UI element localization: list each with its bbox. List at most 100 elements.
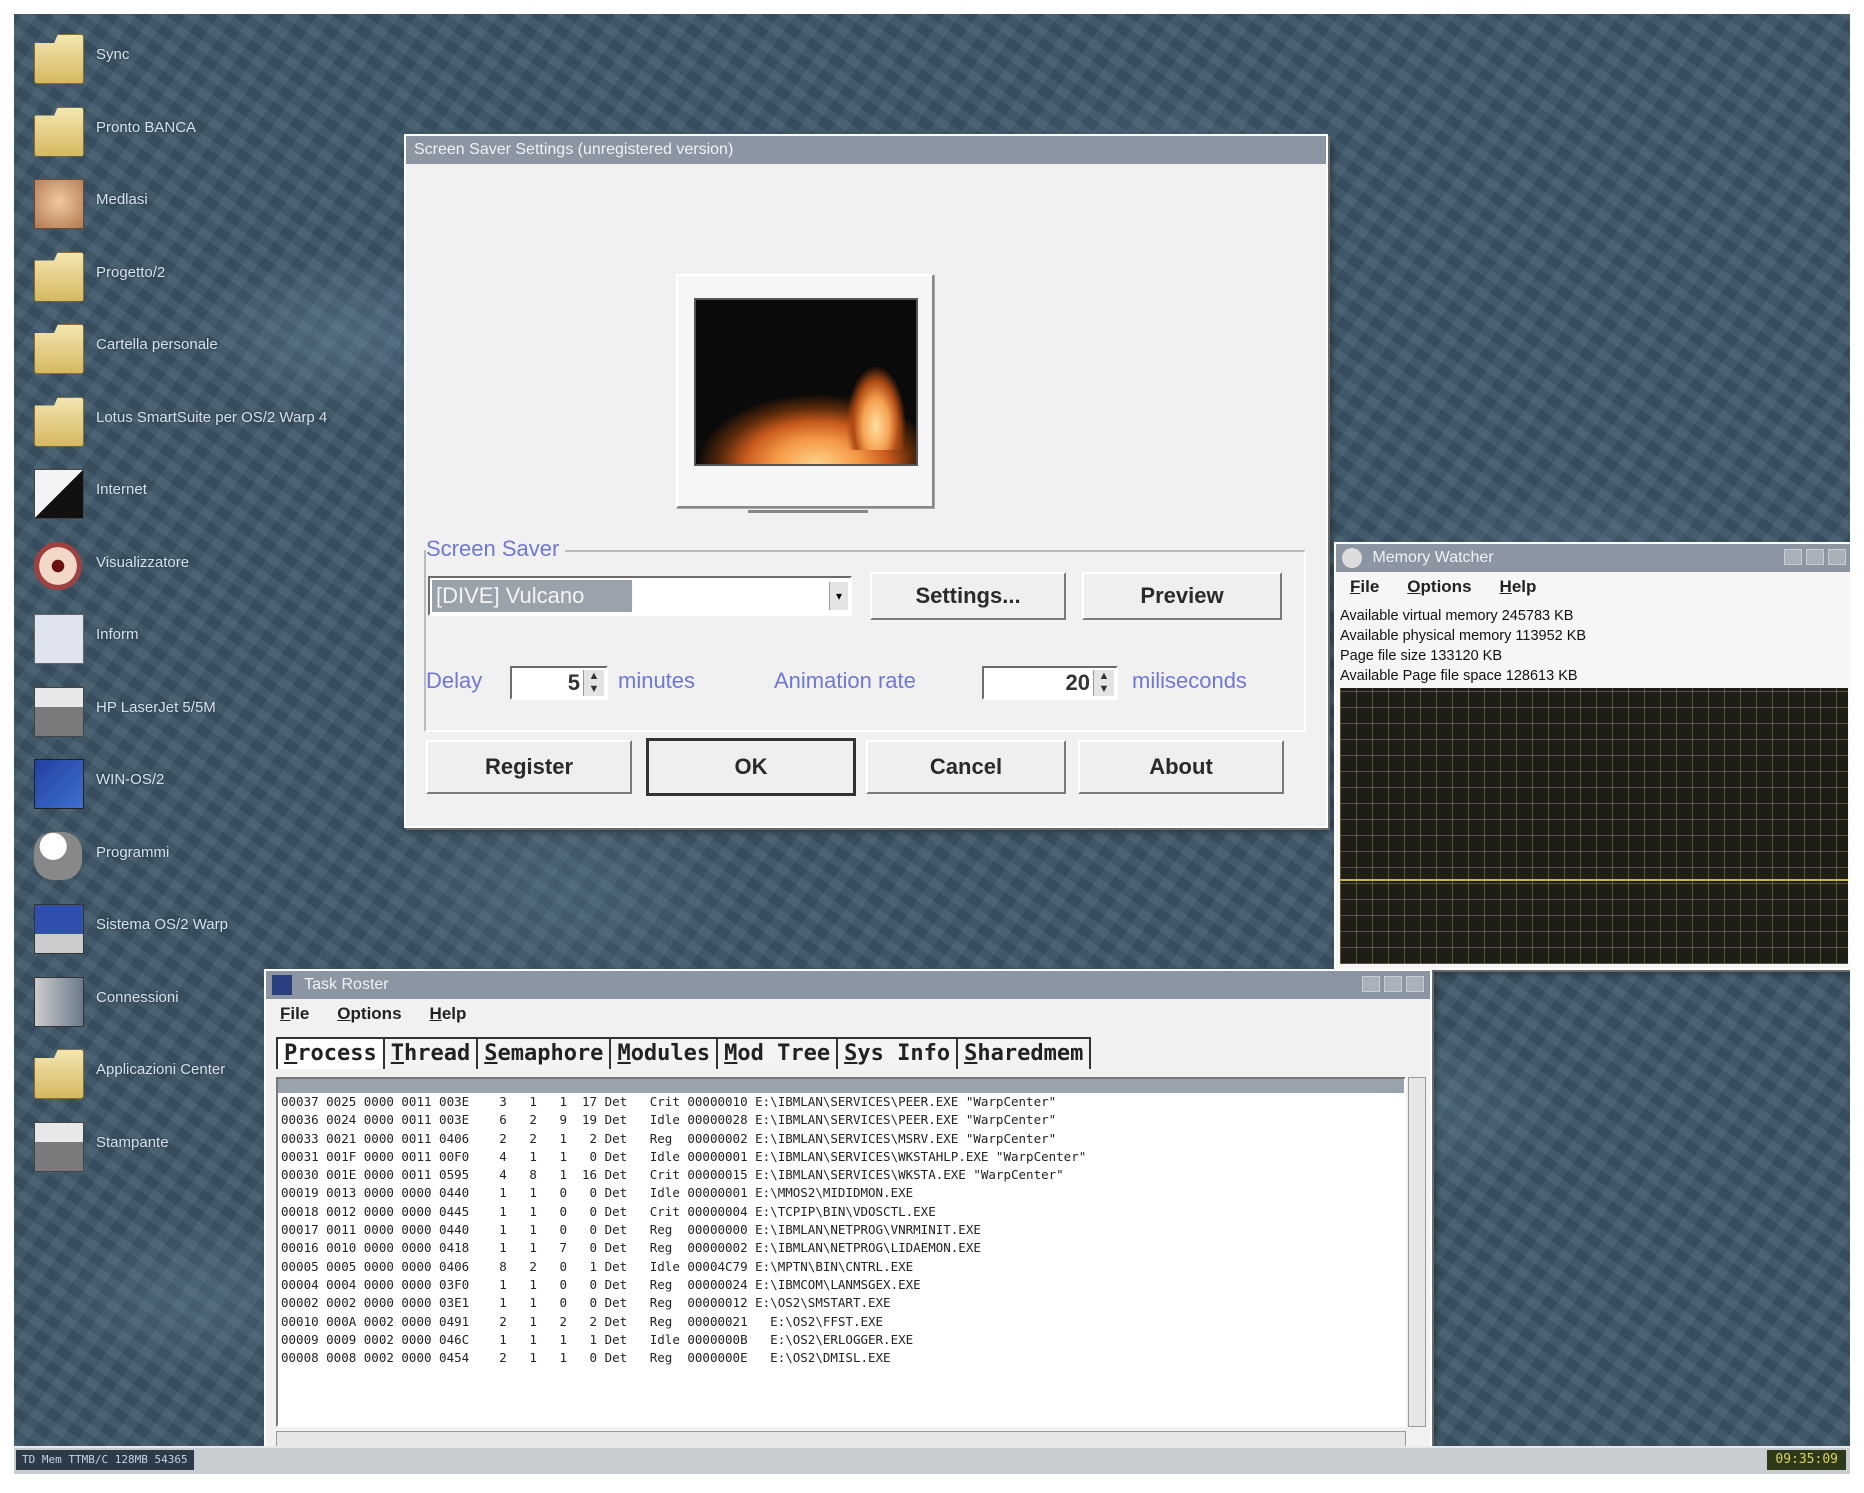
desktop-icon[interactable]: Medlasi [24,175,384,235]
table-row[interactable]: 00016 0010 0000 0000 0418 1 1 7 0 Det Re… [278,1239,1404,1257]
desktop-icon-label: Stampante [96,1133,169,1151]
desktop-icon[interactable]: Cartella personale [24,320,384,380]
about-button[interactable]: About [1078,740,1284,794]
tab-semaphore[interactable]: Semaphore [476,1037,612,1069]
delay-spinbutton[interactable]: 5 ▲ ▼ [510,666,608,700]
desktop-icon-label: Internet [96,481,147,498]
taskbar: TD Mem TTMB/C 128MB 54365 09:35:09 [14,1446,1850,1474]
folder-icon [34,106,84,157]
desktop-icon[interactable]: Lotus SmartSuite per OS/2 Warp 4 [24,393,384,453]
desktop-icon[interactable]: Progetto/2 [24,248,384,308]
memory-watcher-window: Memory Watcher File Options Help Available… [1334,542,1850,970]
menu-help[interactable]: Help [430,999,467,1029]
menu-options[interactable]: Options [337,999,401,1029]
memory-graph [1340,688,1848,964]
graph-line [1340,879,1848,881]
flame-peak [846,330,906,450]
desktop-icon-label: Applicazioni Center [96,1061,226,1078]
preview-screen [694,298,918,466]
desktop-icon-label: Sync [96,46,130,63]
desktop-icon[interactable]: Visualizzatore [24,538,384,598]
ok-button[interactable]: OK [646,738,856,796]
process-table-header [278,1079,1404,1093]
desktop-icon[interactable]: Inform [24,610,384,670]
register-button[interactable]: Register [426,740,632,794]
memory-watcher-title-bar[interactable]: Memory Watcher [1336,544,1850,572]
table-row[interactable]: 00009 0009 0002 0000 046C 1 1 1 1 Det Id… [278,1331,1404,1349]
spin-arrows-icon[interactable]: ▲ ▼ [583,670,604,696]
table-row[interactable]: 00031 001F 0000 0011 00F0 4 1 1 0 Det Id… [278,1148,1404,1166]
desktop-icon-label: Visualizzatore [96,553,190,571]
eye-icon [34,541,82,590]
maximize-icon[interactable] [1806,549,1824,565]
menu-help[interactable]: Help [1500,572,1537,602]
desktop-icon-label: Progetto/2 [96,263,166,281]
table-row[interactable]: 00033 0021 0000 0011 0406 2 2 1 2 Det Re… [278,1130,1404,1148]
desktop-icon[interactable]: Sistema OS/2 Warp [24,900,384,960]
task-roster-title-bar[interactable]: Task Roster [266,971,1430,999]
table-row[interactable]: 00030 001E 0000 0011 0595 4 8 1 16 Det C… [278,1166,1404,1184]
desktop-icon[interactable]: WIN-OS/2 [24,755,384,815]
computer-icon [34,904,84,954]
table-row[interactable]: 00002 0002 0000 0000 03E1 1 1 0 0 Det Re… [278,1294,1404,1312]
table-row[interactable]: 00037 0025 0000 0011 003E 3 1 1 17 Det C… [278,1093,1404,1111]
menu-file[interactable]: File [1350,572,1379,602]
table-row[interactable]: 00004 0004 0000 0000 03F0 1 1 0 0 Det Re… [278,1276,1404,1294]
desktop-icon[interactable]: Programmi [24,828,384,888]
folder-icon [34,34,84,84]
maximize-icon[interactable] [1384,976,1402,992]
tab-mod-tree[interactable]: Mod Tree [716,1037,839,1069]
windows-icon [34,759,84,809]
screensaver-title-bar[interactable]: Screen Saver Settings (unregistered vers… [406,136,1326,164]
cancel-button[interactable]: Cancel [866,740,1066,794]
window-title: Screen Saver Settings (unregistered vers… [414,141,734,158]
task-roster-menubar: File Options Help [266,999,1430,1029]
spin-arrows-icon[interactable]: ▲ ▼ [1093,670,1114,696]
desktop-icon-label: HP LaserJet 5/5M [96,698,216,716]
task-roster-window: Task Roster File Options Help Process Threa… [264,969,1432,1457]
taskbar-status: TD Mem TTMB/C 128MB 54365 [16,1450,194,1470]
table-row[interactable]: 00008 0008 0002 0000 0454 2 1 1 0 Det Re… [278,1349,1404,1367]
module-dropdown[interactable]: [DIVE] Vulcano ▾ [428,576,852,616]
desktop-icon[interactable]: HP LaserJet 5/5M [24,683,384,743]
table-row[interactable]: 00005 0005 0000 0000 0406 8 2 0 1 Det Id… [278,1258,1404,1276]
document-icon [34,614,84,664]
table-row[interactable]: 00017 0011 0000 0000 0440 1 1 0 0 Det Re… [278,1221,1404,1239]
close-icon[interactable] [1406,976,1424,992]
table-row[interactable]: 00010 000A 0002 0000 0491 2 1 2 2 Det Re… [278,1313,1404,1331]
delay-label: Delay [426,668,483,693]
table-row[interactable]: 00019 0013 0000 0000 0440 1 1 0 0 Det Id… [278,1184,1404,1202]
settings-button[interactable]: Settings... [870,572,1066,620]
menu-options[interactable]: Options [1407,572,1471,602]
desktop: Sync Pronto BANCA Medlasi Progetto/2 Cartell… [14,14,1850,1474]
table-row[interactable]: 00036 0024 0000 0011 003E 6 2 9 19 Det I… [278,1111,1404,1129]
menu-file[interactable]: File [280,999,309,1029]
vertical-scrollbar[interactable] [1408,1077,1426,1427]
process-table: 00037 0025 0000 0011 003E 3 1 1 17 Det C… [276,1077,1406,1427]
desktop-icon-label: Inform [96,626,139,643]
module-selected: [DIVE] Vulcano [432,580,632,612]
folder-icon [34,1049,84,1099]
tab-modules[interactable]: Modules [609,1037,719,1069]
taskbar-clock[interactable]: 09:35:09 [1767,1450,1846,1470]
desktop-icon[interactable]: Sync [24,30,384,90]
tab-process[interactable]: Process [276,1037,385,1069]
tab-sys-info[interactable]: Sys Info [836,1037,959,1069]
delay-unit-label: minutes [618,668,696,693]
tab-sharedmem[interactable]: Sharedmem [956,1037,1092,1069]
animation-rate-value: 20 [1065,670,1090,695]
close-icon[interactable] [1828,549,1846,565]
folder-icon [34,251,84,302]
network-icon [34,976,84,1027]
table-row[interactable]: 00018 0012 0000 0000 0445 1 1 0 0 Det Cr… [278,1203,1404,1221]
minimize-icon[interactable] [1362,976,1380,992]
desktop-icon[interactable]: Internet [24,465,384,525]
preview-button[interactable]: Preview [1082,572,1282,620]
chevron-down-icon[interactable]: ▾ [829,582,848,610]
window-title: Task Roster [304,976,389,993]
minimize-icon[interactable] [1784,549,1802,565]
desktop-icon-label: Pronto BANCA [96,118,197,136]
animation-rate-spinbutton[interactable]: 20 ▲ ▼ [982,666,1118,700]
desktop-icon[interactable]: Pronto BANCA [24,103,384,163]
tab-thread[interactable]: Thread [382,1037,479,1069]
